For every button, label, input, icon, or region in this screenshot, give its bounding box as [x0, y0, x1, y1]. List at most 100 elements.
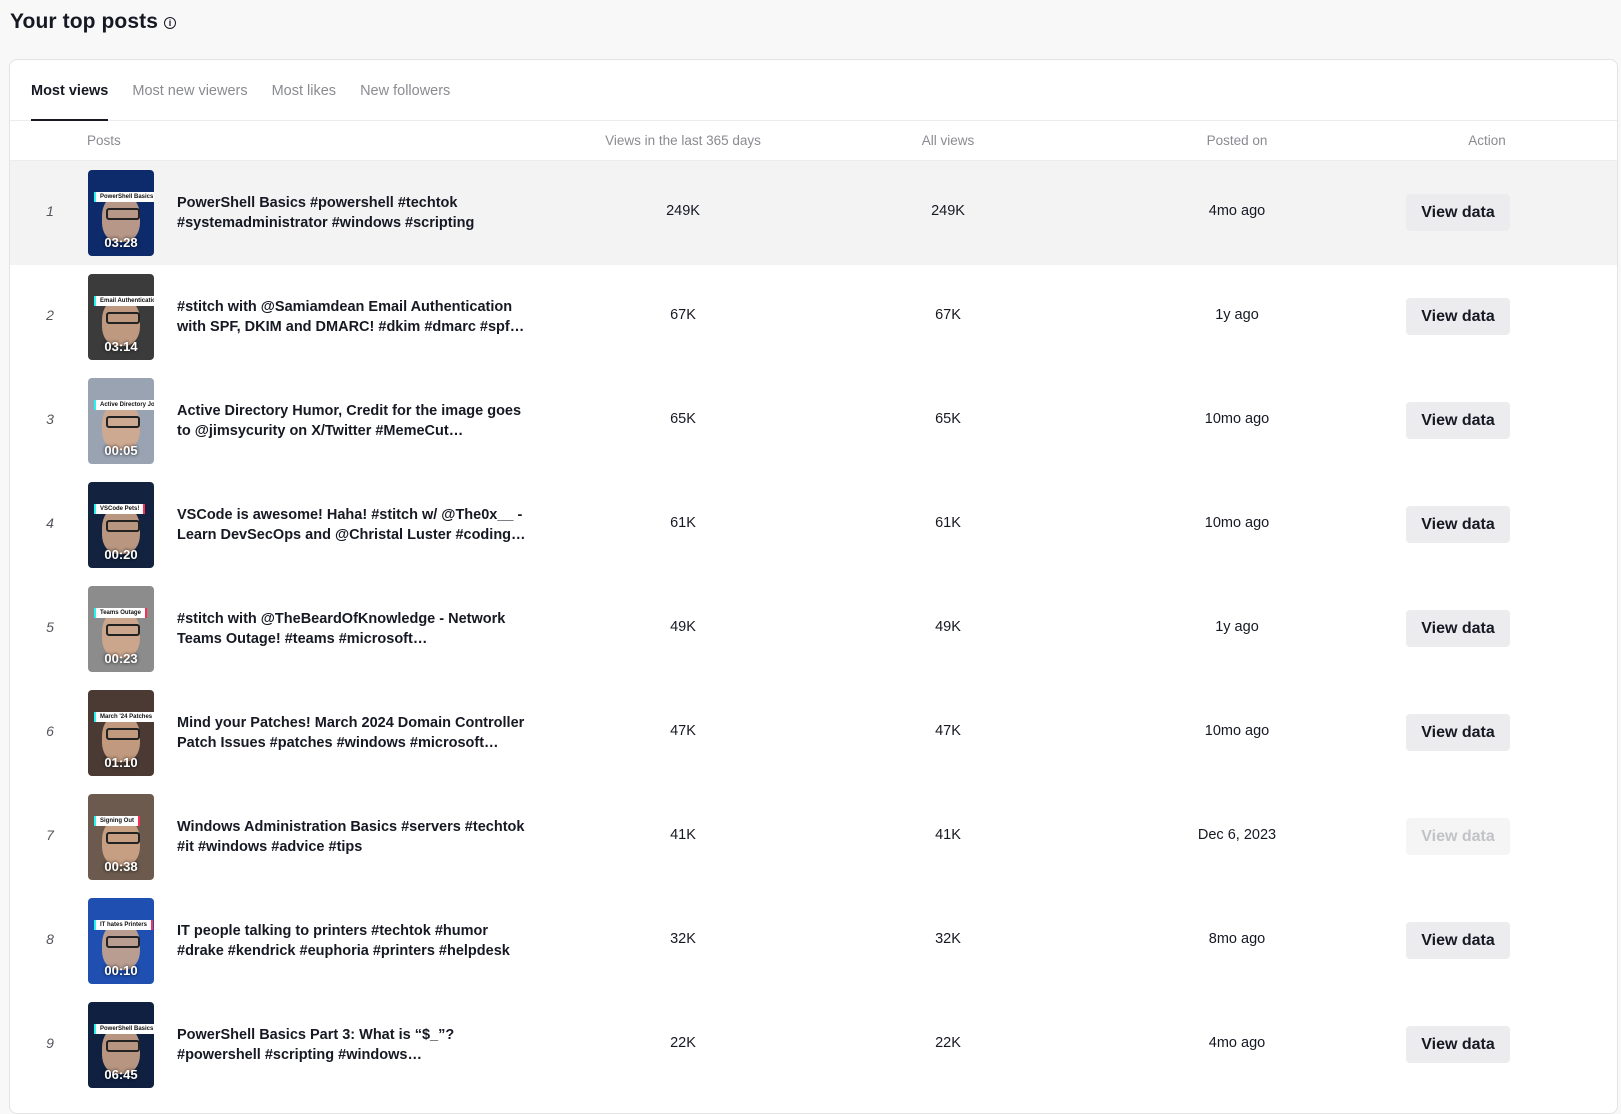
tab-bar: Most views Most new viewers Most likes N…	[10, 60, 1617, 121]
post-title[interactable]: VSCode is awesome! Haha! #stitch w/ @The…	[177, 505, 529, 545]
all-views-value: 249K	[931, 203, 965, 219]
posted-on-value: 4mo ago	[1208, 1035, 1266, 1051]
table-row[interactable]: 4 VSCode Pets! 00:20 VSCode is awesome! …	[10, 473, 1617, 577]
view-data-button[interactable]: View data	[1406, 506, 1510, 543]
video-duration: 03:28	[104, 235, 138, 250]
thumbnail-caption: VSCode Pets!	[94, 504, 146, 514]
row-rank: 5	[46, 619, 54, 635]
posted-on-value: 4mo ago	[1208, 203, 1266, 219]
all-views-value: 65K	[935, 411, 961, 427]
thumbnail-glasses	[106, 416, 140, 428]
table-row[interactable]: 2 Email Authentication 03:14 #stitch wit…	[10, 265, 1617, 369]
table-row[interactable]: 1 PowerShell Basics 03:28 PowerShell Bas…	[10, 161, 1617, 265]
table-header: Posts Views in the last 365 days All vie…	[10, 121, 1617, 161]
row-rank: 9	[46, 1035, 54, 1051]
column-header-views-365: Views in the last 365 days	[605, 133, 761, 148]
views-365-value: 65K	[670, 411, 696, 427]
table-body: 1 PowerShell Basics 03:28 PowerShell Bas…	[10, 161, 1617, 1097]
post-thumbnail[interactable]: March '24 Patches 01:10	[88, 690, 154, 776]
all-views-value: 61K	[935, 515, 961, 531]
post-thumbnail[interactable]: PowerShell Basics 03:28	[88, 170, 154, 256]
post-title-text: PowerShell Basics Part 3: What is “$_”? …	[177, 1027, 455, 1063]
table-row[interactable]: 5 Teams Outage 00:23 #stitch with @TheBe…	[10, 577, 1617, 681]
post-title-text: Mind your Patches! March 2024 Domain Con…	[177, 715, 525, 751]
row-rank: 7	[46, 827, 54, 843]
post-title[interactable]: #stitch with @TheBeardOfKnowledge - Netw…	[177, 609, 529, 649]
views-365-value: 49K	[670, 619, 696, 635]
tab-most-views[interactable]: Most views	[31, 60, 109, 121]
column-header-all-views: All views	[921, 133, 975, 148]
view-data-button[interactable]: View data	[1406, 1026, 1510, 1063]
post-title[interactable]: IT people talking to printers #techtok #…	[177, 921, 529, 961]
post-title-text: VSCode is awesome! Haha! #stitch w/ @The…	[177, 507, 526, 543]
view-data-button[interactable]: View data	[1406, 818, 1510, 855]
all-views-value: 49K	[935, 619, 961, 635]
posted-on-value: 10mo ago	[1204, 411, 1270, 427]
post-thumbnail[interactable]: Signing Out 00:38	[88, 794, 154, 880]
all-views-value: 67K	[935, 307, 961, 323]
view-data-button[interactable]: View data	[1406, 714, 1510, 751]
video-duration: 06:45	[104, 1067, 138, 1082]
post-thumbnail[interactable]: Active Directory Jokes 00:05	[88, 378, 154, 464]
views-365-value: 249K	[666, 203, 700, 219]
table-row[interactable]: 8 IT hates Printers 00:10 IT people talk…	[10, 889, 1617, 993]
post-thumbnail[interactable]: VSCode Pets! 00:20	[88, 482, 154, 568]
video-duration: 00:38	[104, 859, 138, 874]
posted-on-value: 10mo ago	[1204, 515, 1270, 531]
views-365-value: 32K	[670, 931, 696, 947]
thumbnail-glasses	[106, 312, 140, 324]
post-title[interactable]: #stitch with @Samiamdean Email Authentic…	[177, 297, 529, 337]
post-title[interactable]: Windows Administration Basics #servers #…	[177, 817, 529, 857]
posted-on-value: 1y ago	[1215, 619, 1259, 635]
thumbnail-glasses	[106, 832, 140, 844]
post-title[interactable]: PowerShell Basics Part 3: What is “$_”? …	[177, 1025, 529, 1065]
view-data-button[interactable]: View data	[1406, 194, 1510, 231]
view-data-button[interactable]: View data	[1406, 402, 1510, 439]
views-365-value: 67K	[670, 307, 696, 323]
post-title-text: #stitch with @TheBeardOfKnowledge - Netw…	[177, 611, 506, 647]
thumbnail-caption: Active Directory Jokes	[94, 400, 154, 410]
row-rank: 1	[46, 203, 54, 219]
video-duration: 03:14	[104, 339, 138, 354]
thumbnail-glasses	[106, 1040, 140, 1052]
tab-most-likes[interactable]: Most likes	[272, 60, 336, 120]
row-rank: 4	[46, 515, 54, 531]
views-365-value: 47K	[670, 723, 696, 739]
thumbnail-glasses	[106, 208, 140, 220]
post-thumbnail[interactable]: IT hates Printers 00:10	[88, 898, 154, 984]
view-data-button[interactable]: View data	[1406, 610, 1510, 647]
view-data-button[interactable]: View data	[1406, 922, 1510, 959]
thumbnail-glasses	[106, 728, 140, 740]
posted-on-value: 10mo ago	[1204, 723, 1270, 739]
thumbnail-caption: March '24 Patches	[94, 712, 154, 722]
info-icon[interactable]: i	[164, 17, 176, 29]
tab-new-followers[interactable]: New followers	[360, 60, 450, 120]
thumbnail-glasses	[106, 520, 140, 532]
view-data-button[interactable]: View data	[1406, 298, 1510, 335]
column-header-posted-on: Posted on	[1206, 133, 1268, 148]
table-row[interactable]: 9 PowerShell Basics: What is $_? 06:45 P…	[10, 993, 1617, 1097]
thumbnail-caption: PowerShell Basics	[94, 192, 154, 202]
post-title[interactable]: Mind your Patches! March 2024 Domain Con…	[177, 713, 529, 753]
thumbnail-glasses	[106, 936, 140, 948]
views-365-value: 61K	[670, 515, 696, 531]
views-365-value: 22K	[670, 1035, 696, 1051]
table-row[interactable]: 6 March '24 Patches 01:10 Mind your Patc…	[10, 681, 1617, 785]
page-header: Your top posts i	[10, 10, 176, 34]
posted-on-value: 8mo ago	[1208, 931, 1266, 947]
video-duration: 00:05	[104, 443, 138, 458]
post-title[interactable]: PowerShell Basics #powershell #techtok #…	[177, 193, 529, 233]
thumbnail-caption: IT hates Printers	[94, 920, 154, 930]
tab-most-new-viewers[interactable]: Most new viewers	[132, 60, 247, 120]
post-title[interactable]: Active Directory Humor, Credit for the i…	[177, 401, 529, 441]
posted-on-value: 1y ago	[1215, 307, 1259, 323]
table-row[interactable]: 3 Active Directory Jokes 00:05 Active Di…	[10, 369, 1617, 473]
thumbnail-caption: Teams Outage	[94, 608, 147, 618]
post-thumbnail[interactable]: Email Authentication 03:14	[88, 274, 154, 360]
video-duration: 00:20	[104, 547, 138, 562]
page-title: Your top posts	[10, 10, 158, 33]
post-title-text: #stitch with @Samiamdean Email Authentic…	[177, 299, 525, 335]
post-thumbnail[interactable]: Teams Outage 00:23	[88, 586, 154, 672]
post-thumbnail[interactable]: PowerShell Basics: What is $_? 06:45	[88, 1002, 154, 1088]
table-row[interactable]: 7 Signing Out 00:38 Windows Administrati…	[10, 785, 1617, 889]
